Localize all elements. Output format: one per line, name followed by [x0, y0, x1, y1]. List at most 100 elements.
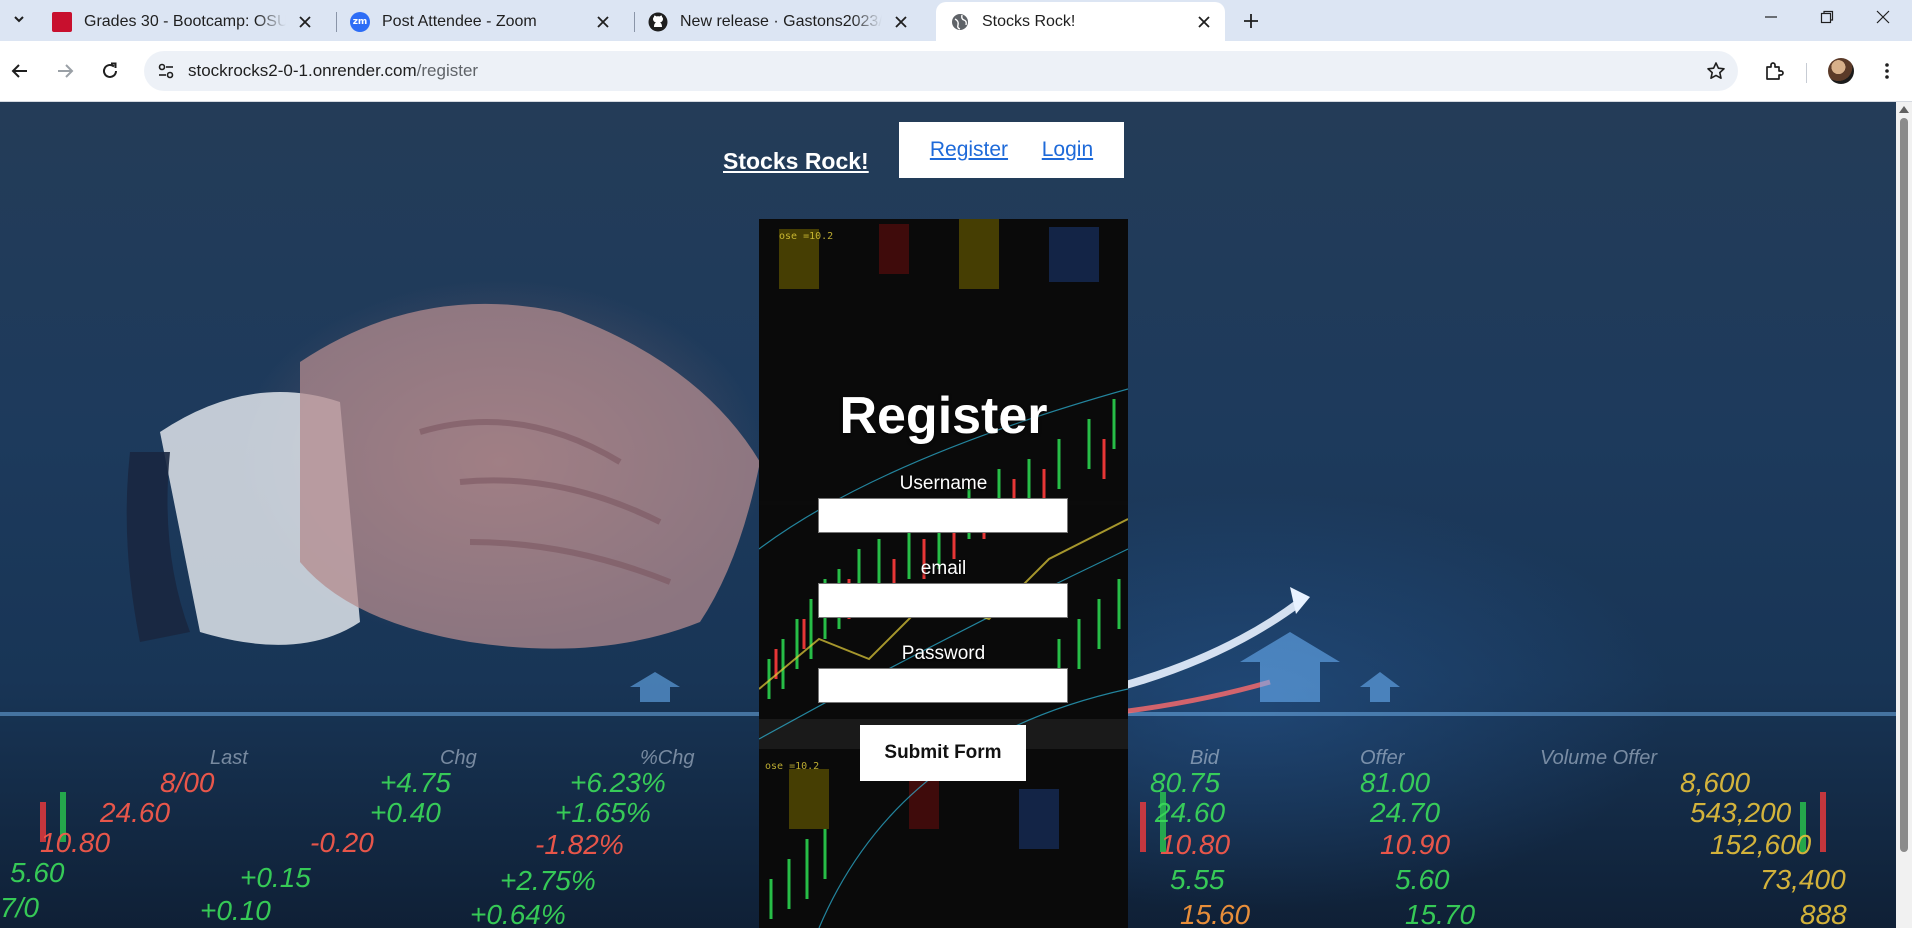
bookmark-button[interactable]	[1702, 57, 1730, 85]
ticker-last-1: 24.60	[99, 797, 170, 828]
ticker-pct-4: +0.64%	[470, 899, 566, 928]
submit-form-button[interactable]: Submit Form	[860, 725, 1026, 781]
restore-button[interactable]	[1799, 0, 1855, 34]
ticker-offer-3: 5.60	[1395, 864, 1450, 895]
reload-button[interactable]	[92, 53, 128, 89]
ticker-offer-0: 81.00	[1360, 767, 1430, 798]
username-input[interactable]	[818, 498, 1068, 533]
password-input[interactable]	[818, 668, 1068, 703]
minimize-icon	[1765, 16, 1777, 18]
ticker-chg-4: +0.10	[200, 895, 271, 926]
password-label: Password	[901, 643, 986, 664]
tab-title: Grades 30 - Bootcamp: OSU-VIRT	[84, 12, 286, 30]
menu-button[interactable]	[1869, 53, 1905, 89]
tab-title: Post Attendee - Zoom	[382, 12, 537, 30]
ticker-header-volume: Volume Offer	[1540, 747, 1658, 769]
ticker-last-3: 5.60	[10, 857, 65, 888]
scroll-up-arrow-icon[interactable]	[1899, 106, 1909, 113]
ticker-header-last: Last	[210, 747, 249, 769]
brand-link[interactable]: Stocks Rock!	[723, 148, 869, 175]
ticker-offer-2: 10.90	[1380, 829, 1450, 860]
new-tab-button[interactable]	[1236, 6, 1266, 36]
star-icon	[1707, 62, 1725, 79]
kebab-menu-icon	[1885, 63, 1889, 79]
ticker-volume-0: 8,600	[1680, 767, 1750, 798]
ticker-header-offer: Offer	[1360, 747, 1406, 769]
ticker-header-bid: Bid	[1190, 747, 1220, 769]
login-link[interactable]: Login	[1042, 138, 1093, 162]
nav-box: Register Login	[899, 122, 1124, 178]
ticker-header-chg: Chg	[440, 747, 477, 769]
register-link[interactable]: Register	[930, 138, 1008, 162]
close-icon[interactable]	[890, 11, 912, 33]
ticker-chg-2: -0.20	[310, 827, 374, 858]
ticker-offer-1: 24.70	[1369, 797, 1440, 828]
page-scrollbar[interactable]	[1896, 102, 1912, 928]
close-icon[interactable]	[592, 11, 614, 33]
ticker-pct-0: +6.23%	[570, 767, 666, 798]
ticker-chg-1: +0.40	[370, 797, 441, 828]
ticker-offer-4: 15.70	[1405, 899, 1475, 928]
email-label: email	[920, 558, 967, 579]
ticker-pct-1: +1.65%	[555, 797, 651, 828]
form-title: Register	[839, 387, 1048, 445]
tab-github[interactable]: New release · Gastons2023/StocksRock	[634, 2, 922, 41]
register-form: Register Username email Password Submit …	[759, 219, 1128, 928]
github-icon	[648, 12, 668, 32]
minimize-button[interactable]	[1743, 0, 1799, 34]
tab-grades[interactable]: Grades 30 - Bootcamp: OSU-VIRT	[38, 2, 326, 41]
url-host: stockrocks2-0-1.onrender.com	[188, 61, 417, 80]
arrow-right-icon	[58, 64, 74, 78]
ticker-last-4: 7/0	[0, 892, 39, 923]
plus-icon	[1244, 14, 1258, 28]
close-icon[interactable]	[294, 11, 316, 33]
forward-button[interactable]	[47, 53, 83, 89]
ticker-header-pct: %Chg	[640, 747, 694, 769]
university-icon	[52, 11, 72, 32]
close-window-button[interactable]	[1855, 0, 1911, 34]
username-label: Username	[899, 473, 988, 494]
tab-title: New release · Gastons2023/StocksRock	[680, 12, 882, 30]
arrow-left-icon	[11, 64, 27, 78]
profile-button[interactable]	[1823, 53, 1859, 89]
register-form-card: ose =10.2 ose =10.2 Register Username em…	[759, 219, 1128, 928]
ticker-volume-3: 73,400	[1760, 864, 1846, 895]
email-input[interactable]	[818, 583, 1068, 618]
puzzle-icon	[1766, 62, 1784, 80]
ticker-pct-3: +2.75%	[500, 865, 596, 896]
ticker-bid-1: 24.60	[1154, 797, 1225, 828]
page-viewport: Last Chg %Chg Bid Offer Volume Offer 8/0…	[0, 102, 1912, 928]
ticker-volume-2: 152,600	[1710, 829, 1812, 860]
close-icon	[1876, 10, 1890, 24]
ticker-bid-2: 10.80	[1160, 829, 1230, 860]
browser-toolbar: stockrocks2-0-1.onrender.com/register	[0, 41, 1912, 102]
tab-search-button[interactable]	[6, 6, 32, 32]
ticker-last-0: 8/00	[160, 767, 215, 798]
avatar	[1828, 58, 1854, 84]
ticker-bid-3: 5.55	[1170, 864, 1225, 895]
ticker-last-2: 10.80	[40, 827, 110, 858]
url-path: /register	[416, 61, 479, 80]
ticker-chg-3: +0.15	[240, 862, 311, 893]
reload-icon	[103, 62, 117, 78]
extensions-button[interactable]	[1756, 53, 1792, 89]
tab-zoom[interactable]: zm Post Attendee - Zoom	[336, 2, 624, 41]
restore-icon	[1820, 10, 1834, 24]
ticker-bid-4: 15.60	[1180, 899, 1250, 928]
tune-icon	[158, 63, 174, 79]
site-info-button[interactable]	[152, 57, 180, 85]
ticker-volume-4: 888	[1800, 899, 1847, 928]
scrollbar-thumb[interactable]	[1900, 118, 1908, 852]
address-bar[interactable]: stockrocks2-0-1.onrender.com/register	[144, 51, 1738, 91]
ticker-volume-1: 543,200	[1690, 797, 1792, 828]
close-icon[interactable]	[1193, 11, 1215, 33]
tab-stocks-rock[interactable]: Stocks Rock!	[936, 2, 1225, 41]
ticker-chg-0: +4.75	[380, 767, 451, 798]
tab-title: Stocks Rock!	[982, 12, 1076, 30]
back-button[interactable]	[2, 53, 38, 89]
globe-icon	[950, 12, 970, 32]
zoom-icon: zm	[350, 11, 370, 32]
url-text: stockrocks2-0-1.onrender.com/register	[188, 51, 478, 91]
toolbar-divider	[1806, 63, 1807, 83]
chevron-down-icon	[14, 16, 24, 23]
